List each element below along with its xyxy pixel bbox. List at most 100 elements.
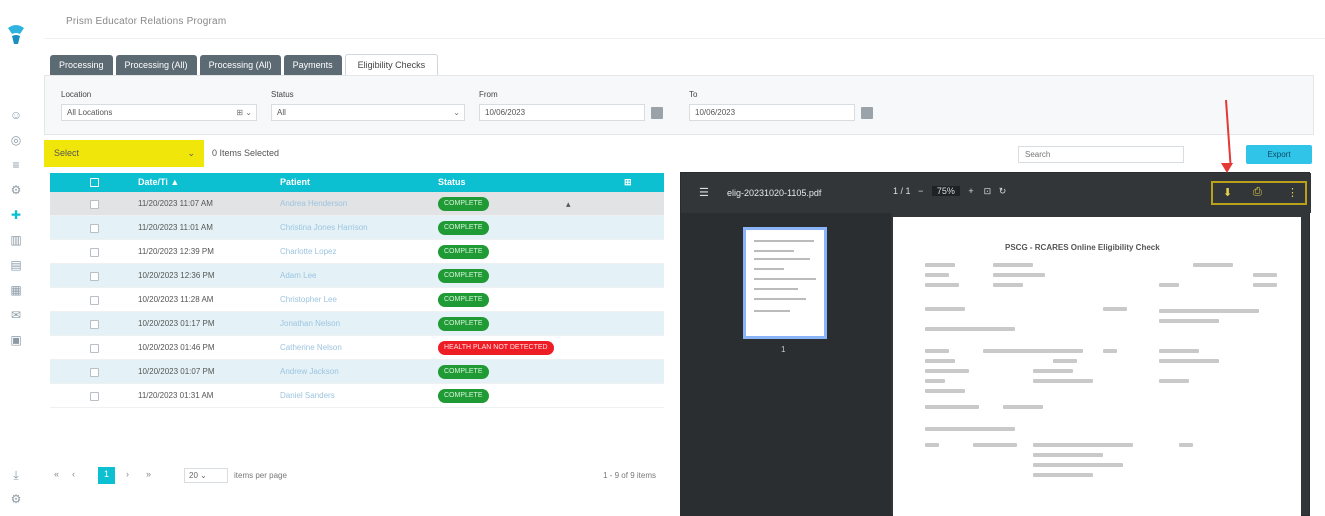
chevron-down-icon: ⊞ ⌄ bbox=[236, 108, 252, 117]
row-checkbox[interactable] bbox=[90, 368, 99, 377]
row-datetime: 10/20/2023 12:36 PM bbox=[138, 271, 215, 280]
row-patient-link[interactable]: Christina Jones Harrison bbox=[280, 223, 368, 232]
text-block bbox=[1033, 473, 1093, 477]
document-icon[interactable]: ▤ bbox=[8, 258, 24, 272]
table-row[interactable]: 11/20/2023 12:39 PM Charlotte Lopez COMPLE… bbox=[50, 240, 664, 264]
table-row[interactable]: 10/20/2023 01:46 PM Catherine Nelson HEALT… bbox=[50, 336, 664, 360]
settings-icon[interactable]: ⚙ bbox=[8, 492, 24, 506]
tab-eligibility-checks[interactable]: Eligibility Checks bbox=[344, 54, 439, 76]
page-current[interactable]: 1 bbox=[893, 186, 898, 196]
table-row[interactable]: 10/20/2023 11:28 AM Christopher Lee COMPLE… bbox=[50, 288, 664, 312]
row-patient-link[interactable]: Jonathan Nelson bbox=[280, 319, 340, 328]
row-checkbox[interactable] bbox=[90, 248, 99, 257]
eligibility-icon[interactable]: ✚ bbox=[8, 208, 24, 222]
zoom-level[interactable]: 75% bbox=[931, 186, 960, 196]
text-block bbox=[925, 263, 955, 267]
from-label: From bbox=[479, 90, 498, 99]
row-datetime: 11/20/2023 01:31 AM bbox=[138, 391, 214, 400]
print-icon[interactable]: ⎙ bbox=[1253, 186, 1262, 199]
prev-page-button[interactable]: ‹ bbox=[72, 469, 75, 479]
user-icon[interactable]: ☺ bbox=[8, 108, 24, 122]
row-patient-link[interactable]: Catherine Nelson bbox=[280, 343, 342, 352]
text-block bbox=[925, 389, 965, 393]
text-block bbox=[973, 443, 1017, 447]
dashboard-icon[interactable]: ◎ bbox=[8, 133, 24, 147]
first-page-button[interactable]: « bbox=[54, 469, 59, 479]
status-badge: HEALTH PLAN NOT DETECTED bbox=[438, 341, 554, 355]
from-date-input[interactable]: 10/06/2023 bbox=[479, 104, 645, 121]
tab-processing-all-1[interactable]: Processing (All) bbox=[115, 55, 197, 76]
select-all-checkbox[interactable] bbox=[90, 178, 99, 187]
row-checkbox[interactable] bbox=[90, 200, 99, 209]
more-options-icon[interactable]: ⋮ bbox=[1287, 186, 1298, 199]
header-datetime[interactable]: Date/Ti ▲ bbox=[138, 177, 179, 187]
tab-processing-all-2[interactable]: Processing (All) bbox=[199, 55, 281, 76]
header-patient[interactable]: Patient bbox=[280, 177, 310, 187]
search-input[interactable] bbox=[1018, 146, 1184, 163]
text-block bbox=[993, 283, 1023, 287]
status-select[interactable]: All ⌄ bbox=[271, 104, 465, 121]
row-patient-link[interactable]: Andrea Henderson bbox=[280, 199, 347, 208]
gear-icon[interactable]: ⚙ bbox=[8, 183, 24, 197]
rotate-icon[interactable]: ↻ bbox=[999, 186, 1007, 196]
table-row[interactable]: 11/20/2023 11:07 AM Andrea Henderson COMPL… bbox=[50, 192, 664, 216]
pdf-thumbnails: 1 bbox=[681, 213, 891, 516]
row-checkbox[interactable] bbox=[90, 392, 99, 401]
to-value: 10/06/2023 bbox=[695, 108, 736, 117]
text-block bbox=[1159, 349, 1199, 353]
status-badge: COMPLETE bbox=[438, 293, 489, 307]
row-checkbox[interactable] bbox=[90, 296, 99, 305]
location-select[interactable]: All Locations ⊞ ⌄ bbox=[61, 104, 257, 121]
per-page-label: items per page bbox=[234, 471, 287, 480]
fit-page-icon[interactable]: ⊡ bbox=[984, 186, 992, 196]
message-icon[interactable]: ✉ bbox=[8, 308, 24, 322]
zoom-in-icon[interactable]: + bbox=[968, 186, 973, 196]
table-row[interactable]: 10/20/2023 01:17 PM Jonathan Nelson COMPLE… bbox=[50, 312, 664, 336]
row-patient-link[interactable]: Daniel Sanders bbox=[280, 391, 335, 400]
status-badge: COMPLETE bbox=[438, 221, 489, 235]
pagination: « ‹ 1 › » 20 ⌄ items per page 1 - 9 of 9… bbox=[50, 466, 664, 486]
header-status[interactable]: Status bbox=[438, 177, 466, 187]
per-page-select[interactable]: 20 ⌄ bbox=[184, 468, 228, 483]
tab-payments[interactable]: Payments bbox=[283, 55, 342, 76]
bulk-action-select[interactable]: Select ⌄ bbox=[44, 140, 204, 167]
chart-icon[interactable]: ▥ bbox=[8, 233, 24, 247]
text-block bbox=[1179, 443, 1193, 447]
download-icon[interactable]: ⬇ bbox=[1223, 186, 1232, 199]
menu-icon[interactable]: ☰ bbox=[699, 186, 709, 199]
row-patient-link[interactable]: Christopher Lee bbox=[280, 295, 337, 304]
tab-processing[interactable]: Processing bbox=[50, 55, 113, 76]
table-row[interactable]: 10/20/2023 12:36 PM Adam Lee COMPLETE bbox=[50, 264, 664, 288]
calendar-icon[interactable] bbox=[651, 107, 663, 119]
row-patient-link[interactable]: Andrew Jackson bbox=[280, 367, 339, 376]
last-page-button[interactable]: » bbox=[146, 469, 151, 479]
row-checkbox[interactable] bbox=[90, 224, 99, 233]
download-icon[interactable]: ⤓ bbox=[8, 468, 24, 482]
row-datetime: 10/20/2023 01:07 PM bbox=[138, 367, 215, 376]
status-value: All bbox=[277, 108, 286, 117]
calendar-icon[interactable]: ▦ bbox=[8, 283, 24, 297]
table-row[interactable]: 10/20/2023 01:07 PM Andrew Jackson COMPLET… bbox=[50, 360, 664, 384]
table-row[interactable]: 11/20/2023 11:01 AM Christina Jones Harri… bbox=[50, 216, 664, 240]
page-thumbnail[interactable] bbox=[743, 227, 827, 339]
row-patient-link[interactable]: Charlotte Lopez bbox=[280, 247, 336, 256]
column-menu-icon[interactable]: ⊞ bbox=[624, 177, 632, 188]
next-page-button[interactable]: › bbox=[126, 469, 129, 479]
to-date-input[interactable]: 10/06/2023 bbox=[689, 104, 855, 121]
table-header: Date/Ti ▲ Patient Status ⊞ bbox=[50, 173, 664, 192]
row-checkbox[interactable] bbox=[90, 320, 99, 329]
calendar-icon[interactable] bbox=[861, 107, 873, 119]
export-button[interactable]: Export bbox=[1246, 145, 1312, 164]
row-checkbox[interactable] bbox=[90, 344, 99, 353]
archive-icon[interactable]: ▣ bbox=[8, 333, 24, 347]
row-checkbox[interactable] bbox=[90, 272, 99, 281]
zoom-out-icon[interactable]: − bbox=[918, 186, 923, 196]
status-badge: COMPLETE bbox=[438, 389, 489, 403]
pdf-filename: elig-20231020-1105.pdf bbox=[727, 188, 822, 198]
table-row[interactable]: 11/20/2023 01:31 AM Daniel Sanders COMPLET… bbox=[50, 384, 664, 408]
status-badge: COMPLETE bbox=[438, 269, 489, 283]
document-title: PSCG - RCARES Online Eligibility Check bbox=[1005, 243, 1160, 252]
list-icon[interactable]: ≡ bbox=[8, 158, 24, 172]
row-patient-link[interactable]: Adam Lee bbox=[280, 271, 316, 280]
text-block bbox=[1159, 359, 1219, 363]
